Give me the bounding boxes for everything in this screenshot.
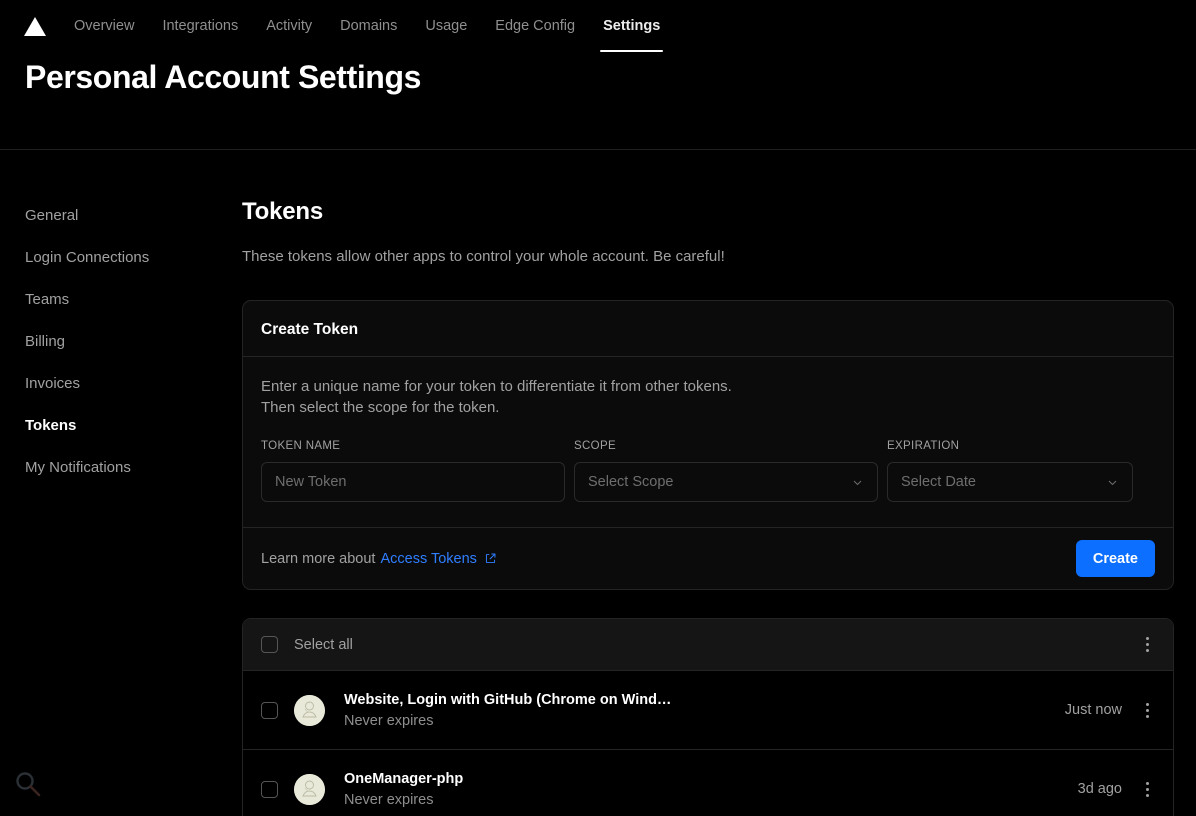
- sidebar-item-login-connections[interactable]: Login Connections: [25, 240, 242, 275]
- expiration-select-value: Select Date: [901, 474, 976, 490]
- section-title: Tokens: [242, 198, 1174, 226]
- token-name: Website, Login with GitHub (Chrome on Wi…: [344, 692, 694, 708]
- nav-item-domains[interactable]: Domains: [326, 0, 411, 52]
- scope-select-value: Select Scope: [588, 474, 673, 490]
- nav-item-activity[interactable]: Activity: [252, 0, 326, 52]
- token-name-input[interactable]: New Token: [261, 462, 565, 502]
- row-checkbox[interactable]: [261, 781, 278, 798]
- top-navigation-bar: Overview Integrations Activity Domains U…: [0, 0, 1196, 52]
- create-token-card-footer: Learn more about Access Tokens Create: [243, 527, 1173, 589]
- nav-item-edge-config[interactable]: Edge Config: [481, 0, 589, 52]
- vercel-triangle-logo-icon[interactable]: [22, 0, 48, 52]
- page-title: Personal Account Settings: [25, 59, 421, 96]
- chevron-down-icon: [851, 476, 864, 489]
- page-body: General Login Connections Teams Billing …: [0, 150, 1196, 816]
- create-token-fields: TOKEN NAME New Token SCOPE Select Scope: [261, 440, 1155, 502]
- create-token-description-line2: Then select the scope for the token.: [261, 399, 499, 416]
- user-avatar: [294, 695, 325, 726]
- kebab-menu-icon[interactable]: [1134, 632, 1160, 658]
- token-expiry: Never expires: [344, 792, 1078, 808]
- sidebar-item-tokens[interactable]: Tokens: [25, 408, 242, 443]
- nav-item-integrations[interactable]: Integrations: [148, 0, 252, 52]
- field-token-name: TOKEN NAME New Token: [261, 440, 565, 502]
- token-timestamp: Just now: [1065, 702, 1122, 718]
- token-timestamp: 3d ago: [1078, 781, 1122, 797]
- token-list-header: Select all: [243, 619, 1173, 671]
- token-list: Select all Website, Login with GitHub (C…: [242, 618, 1174, 816]
- row-checkbox[interactable]: [261, 702, 278, 719]
- select-all-checkbox[interactable]: [261, 636, 278, 653]
- expiration-label: EXPIRATION: [887, 440, 1133, 452]
- nav-items: Overview Integrations Activity Domains U…: [60, 0, 674, 52]
- token-name-label: TOKEN NAME: [261, 440, 565, 452]
- sidebar-item-general[interactable]: General: [25, 198, 242, 233]
- field-expiration: EXPIRATION Select Date: [887, 440, 1133, 502]
- nav-item-overview[interactable]: Overview: [60, 0, 148, 52]
- table-row[interactable]: Website, Login with GitHub (Chrome on Wi…: [243, 671, 1173, 750]
- field-scope: SCOPE Select Scope: [574, 440, 878, 502]
- row-texts: Website, Login with GitHub (Chrome on Wi…: [344, 692, 1065, 729]
- page-header: Personal Account Settings: [0, 52, 1196, 149]
- chevron-down-icon: [1106, 476, 1119, 489]
- create-token-description-line1: Enter a unique name for your token to di…: [261, 378, 732, 395]
- learn-more-prefix: Learn more about: [261, 551, 375, 567]
- section-description: These tokens allow other apps to control…: [242, 248, 1174, 265]
- learn-more-text: Learn more about Access Tokens: [261, 551, 497, 567]
- access-tokens-link[interactable]: Access Tokens: [380, 551, 476, 567]
- nav-item-usage[interactable]: Usage: [411, 0, 481, 52]
- token-expiry: Never expires: [344, 713, 1065, 729]
- create-token-heading: Create Token: [261, 321, 1155, 339]
- sidebar-item-my-notifications[interactable]: My Notifications: [25, 450, 242, 485]
- create-token-button[interactable]: Create: [1076, 540, 1155, 577]
- external-link-icon[interactable]: [484, 552, 497, 565]
- scope-label: SCOPE: [574, 440, 878, 452]
- kebab-menu-icon[interactable]: [1134, 697, 1160, 723]
- kebab-menu-icon[interactable]: [1134, 776, 1160, 802]
- main-content: Tokens These tokens allow other apps to …: [242, 198, 1196, 816]
- user-avatar: [294, 774, 325, 805]
- token-name: OneManager-php: [344, 771, 694, 787]
- create-token-card-header: Create Token: [243, 301, 1173, 339]
- sidebar-item-billing[interactable]: Billing: [25, 324, 242, 359]
- nav-item-settings[interactable]: Settings: [589, 0, 674, 52]
- row-texts: OneManager-php Never expires: [344, 771, 1078, 808]
- sidebar-item-invoices[interactable]: Invoices: [25, 366, 242, 401]
- scope-select[interactable]: Select Scope: [574, 462, 878, 502]
- create-token-card-body: Enter a unique name for your token to di…: [243, 357, 1173, 502]
- expiration-select[interactable]: Select Date: [887, 462, 1133, 502]
- sidebar-item-teams[interactable]: Teams: [25, 282, 242, 317]
- create-token-card: Create Token Enter a unique name for you…: [242, 300, 1174, 590]
- table-row[interactable]: OneManager-php Never expires 3d ago: [243, 750, 1173, 816]
- create-token-description: Enter a unique name for your token to di…: [261, 376, 1155, 418]
- settings-sidebar: General Login Connections Teams Billing …: [0, 198, 242, 816]
- select-all-label: Select all: [294, 637, 1134, 653]
